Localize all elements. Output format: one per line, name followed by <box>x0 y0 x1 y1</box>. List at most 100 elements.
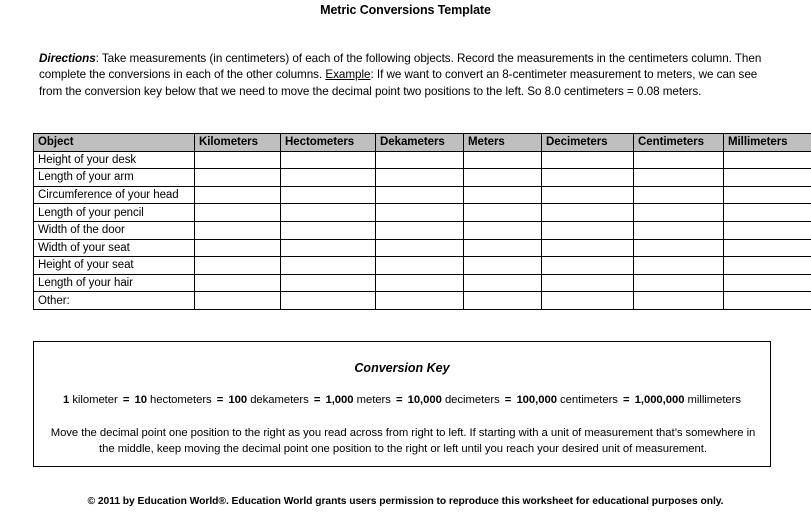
cell-meters[interactable] <box>463 185 542 205</box>
cell-meters[interactable] <box>463 238 542 258</box>
cell-dekameters[interactable] <box>375 291 464 310</box>
cell-decimeters[interactable] <box>541 203 634 222</box>
equation-number-6: 100,000 <box>516 394 557 406</box>
cell-hectometers[interactable] <box>280 291 376 310</box>
cell-dekameters[interactable] <box>375 203 464 222</box>
cell-kilometers[interactable] <box>194 291 281 310</box>
cell-decimeters[interactable] <box>541 185 634 205</box>
page-title: Metric Conversions Template <box>320 3 491 17</box>
cell-kilometers[interactable] <box>194 203 281 222</box>
conversion-key-note: Move the decimal point one position to t… <box>50 427 756 455</box>
cell-centimeters[interactable] <box>633 256 724 275</box>
cell-hectometers[interactable] <box>280 256 376 275</box>
cell-hectometers[interactable] <box>280 220 376 240</box>
cell-centimeters[interactable] <box>633 185 724 205</box>
cell-decimeters[interactable] <box>541 150 634 170</box>
cell-millimeters[interactable] <box>723 220 811 240</box>
cell-meters[interactable] <box>463 168 542 187</box>
cell-decimeters[interactable] <box>541 238 634 258</box>
cell-decimeters[interactable] <box>541 273 634 293</box>
cell-hectometers[interactable] <box>280 168 376 187</box>
equals-sign: = <box>313 394 321 406</box>
equation-unit-3: dekameters <box>250 394 309 406</box>
cell-millimeters[interactable] <box>723 273 811 293</box>
equals-sign: = <box>504 394 512 406</box>
column-header-hectometers: Hectometers <box>280 133 376 152</box>
cell-millimeters[interactable] <box>723 203 811 222</box>
cell-centimeters[interactable] <box>633 150 724 170</box>
table-row: Length of your pencil <box>33 203 811 222</box>
row-object-label: Length of your pencil <box>33 203 195 222</box>
cell-decimeters[interactable] <box>541 220 634 240</box>
column-header-kilometers: Kilometers <box>194 133 281 152</box>
cell-hectometers[interactable] <box>280 185 376 205</box>
cell-dekameters[interactable] <box>375 220 464 240</box>
equation-unit-2: hectometers <box>150 394 212 406</box>
cell-decimeters[interactable] <box>541 168 634 187</box>
table-row: Length of your arm <box>33 168 811 187</box>
equals-sign: = <box>216 394 224 406</box>
cell-centimeters[interactable] <box>633 238 724 258</box>
footer-copyright: © 2011 by Education World®. Education Wo… <box>87 496 724 507</box>
row-object-label: Length of your arm <box>33 168 195 187</box>
cell-decimeters[interactable] <box>541 256 634 275</box>
cell-millimeters[interactable] <box>723 238 811 258</box>
cell-decimeters[interactable] <box>541 291 634 310</box>
cell-centimeters[interactable] <box>633 203 724 222</box>
cell-hectometers[interactable] <box>280 150 376 170</box>
cell-meters[interactable] <box>463 150 542 170</box>
column-header-object: Object <box>33 133 195 152</box>
cell-centimeters[interactable] <box>633 168 724 187</box>
table-row: Other: <box>33 291 811 310</box>
cell-millimeters[interactable] <box>723 291 811 310</box>
column-header-decimeters: Decimeters <box>541 133 634 152</box>
row-object-label: Circumference of your head <box>33 185 195 205</box>
conversion-key-equation: 1 kilometer = 10 hectometers = 100 dekam… <box>34 394 770 406</box>
directions-paragraph: Directions: Take measurements (in centim… <box>39 51 773 101</box>
cell-meters[interactable] <box>463 220 542 240</box>
cell-dekameters[interactable] <box>375 273 464 293</box>
cell-kilometers[interactable] <box>194 238 281 258</box>
cell-centimeters[interactable] <box>633 291 724 310</box>
equals-sign: = <box>622 394 630 406</box>
cell-centimeters[interactable] <box>633 273 724 293</box>
cell-millimeters[interactable] <box>723 256 811 275</box>
cell-dekameters[interactable] <box>375 150 464 170</box>
cell-hectometers[interactable] <box>280 273 376 293</box>
cell-hectometers[interactable] <box>280 203 376 222</box>
cell-dekameters[interactable] <box>375 256 464 275</box>
cell-hectometers[interactable] <box>280 238 376 258</box>
cell-meters[interactable] <box>463 291 542 310</box>
table-row: Height of your seat <box>33 256 811 275</box>
row-object-label: Height of your seat <box>33 256 195 275</box>
cell-kilometers[interactable] <box>194 256 281 275</box>
cell-kilometers[interactable] <box>194 220 281 240</box>
cell-dekameters[interactable] <box>375 168 464 187</box>
cell-kilometers[interactable] <box>194 168 281 187</box>
table-row: Length of your hair <box>33 273 811 293</box>
metric-conversions-table: Object Kilometers Hectometers Dekameters… <box>33 133 811 310</box>
cell-millimeters[interactable] <box>723 150 811 170</box>
cell-meters[interactable] <box>463 256 542 275</box>
cell-dekameters[interactable] <box>375 185 464 205</box>
cell-millimeters[interactable] <box>723 168 811 187</box>
cell-centimeters[interactable] <box>633 220 724 240</box>
cell-meters[interactable] <box>463 273 542 293</box>
row-object-label: Length of your hair <box>33 273 195 293</box>
cell-meters[interactable] <box>463 203 542 222</box>
row-object-label[interactable]: Other: <box>33 291 195 310</box>
cell-millimeters[interactable] <box>723 185 811 205</box>
equation-unit-5: decimeters <box>444 394 500 406</box>
cell-kilometers[interactable] <box>194 150 281 170</box>
equation-number-5: 10,000 <box>407 394 442 406</box>
equation-unit-6: centimeters <box>560 394 618 406</box>
row-object-label: Width of the door <box>33 220 195 240</box>
equation-unit-4: meters <box>356 394 391 406</box>
cell-kilometers[interactable] <box>194 273 281 293</box>
cell-dekameters[interactable] <box>375 238 464 258</box>
conversion-key-title: Conversion Key <box>354 361 450 375</box>
equation-number-3: 100 <box>228 394 248 406</box>
table-row: Width of the door <box>33 220 811 240</box>
cell-kilometers[interactable] <box>194 185 281 205</box>
directions-label: Directions <box>39 51 96 65</box>
